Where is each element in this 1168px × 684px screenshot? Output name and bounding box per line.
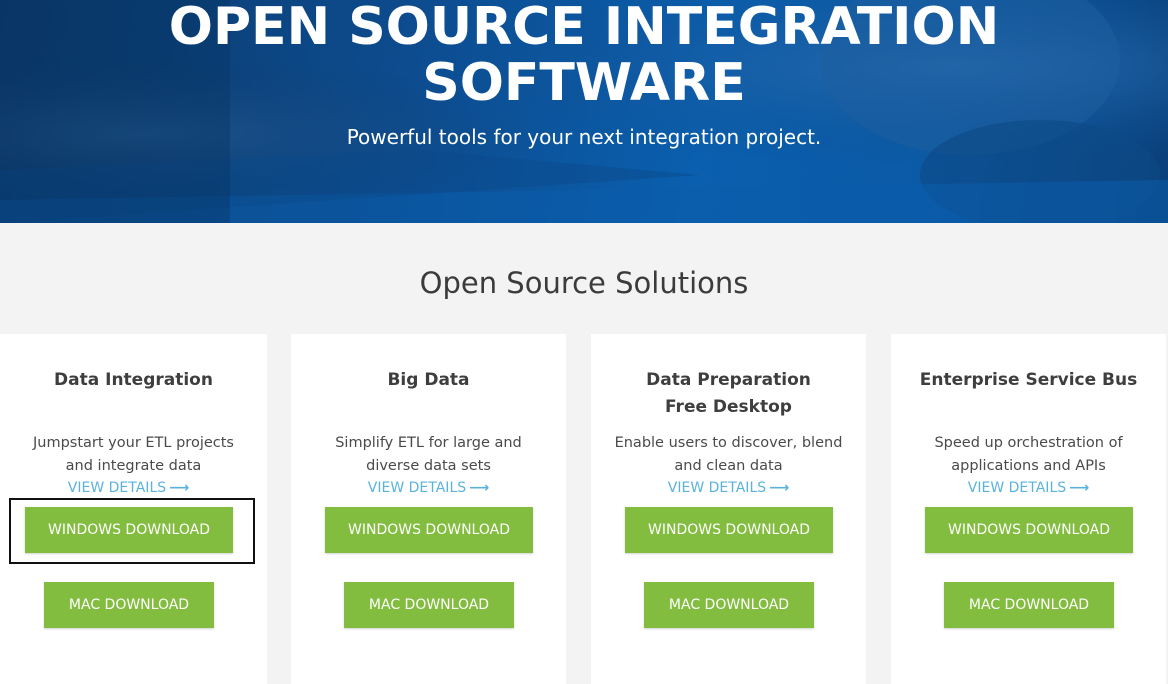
view-details-link[interactable]: VIEW DETAILS ⟶ [291, 478, 566, 498]
hero-title-line-2: SOFTWARE [422, 53, 746, 113]
section-title: Open Source Solutions [419, 266, 749, 300]
card-enterprise-service-bus: Enterprise Service Bus Speed up orchestr… [891, 334, 1166, 684]
mac-download-button[interactable]: MAC DOWNLOAD [344, 582, 514, 628]
card-data-integration: Data Integration Jumpstart your ETL proj… [0, 334, 267, 684]
mac-download-button[interactable]: MAC DOWNLOAD [44, 582, 214, 628]
hero-banner: OPEN SOURCE INTEGRATION SOFTWARE Powerfu… [0, 0, 1168, 223]
view-details-label: VIEW DETAILS [367, 480, 467, 496]
hero-title: OPEN SOURCE INTEGRATION SOFTWARE [0, 0, 1168, 111]
view-details-link[interactable]: VIEW DETAILS ⟶ [891, 478, 1166, 498]
arrow-right-icon: ⟶ [169, 480, 190, 496]
view-details-label: VIEW DETAILS [967, 480, 1067, 496]
view-details-label: VIEW DETAILS [667, 480, 767, 496]
hero-subtitle: Powerful tools for your next integration… [346, 125, 822, 149]
card-description: Jumpstart your ETL projects and integrat… [33, 435, 234, 474]
card-description: Enable users to discover, blend and clea… [614, 435, 843, 474]
card-title: Data Integration [54, 370, 213, 390]
windows-download-button[interactable]: WINDOWS DOWNLOAD [25, 507, 233, 553]
mac-download-button[interactable]: MAC DOWNLOAD [944, 582, 1114, 628]
windows-download-button[interactable]: WINDOWS DOWNLOAD [625, 507, 833, 553]
card-description: Simplify ETL for large and diverse data … [335, 435, 522, 474]
windows-download-button[interactable]: WINDOWS DOWNLOAD [925, 507, 1133, 553]
windows-download-button[interactable]: WINDOWS DOWNLOAD [325, 507, 533, 553]
card-data-preparation: Data Preparation Free Desktop Enable use… [591, 334, 866, 684]
arrow-right-icon: ⟶ [769, 480, 790, 496]
view-details-link[interactable]: VIEW DETAILS ⟶ [591, 478, 866, 498]
hero-title-line-1: OPEN SOURCE INTEGRATION [168, 0, 1000, 57]
arrow-right-icon: ⟶ [469, 480, 490, 496]
view-details-link[interactable]: VIEW DETAILS ⟶ [0, 478, 262, 498]
mac-download-button[interactable]: MAC DOWNLOAD [644, 582, 814, 628]
card-description: Speed up orchestration of applications a… [934, 435, 1123, 474]
card-title: Enterprise Service Bus [919, 370, 1138, 390]
card-title: Big Data [387, 370, 470, 390]
card-big-data: Big Data Simplify ETL for large and dive… [291, 334, 566, 684]
view-details-label: VIEW DETAILS [67, 480, 167, 496]
card-title: Data Preparation Free Desktop [646, 370, 811, 417]
arrow-right-icon: ⟶ [1069, 480, 1090, 496]
